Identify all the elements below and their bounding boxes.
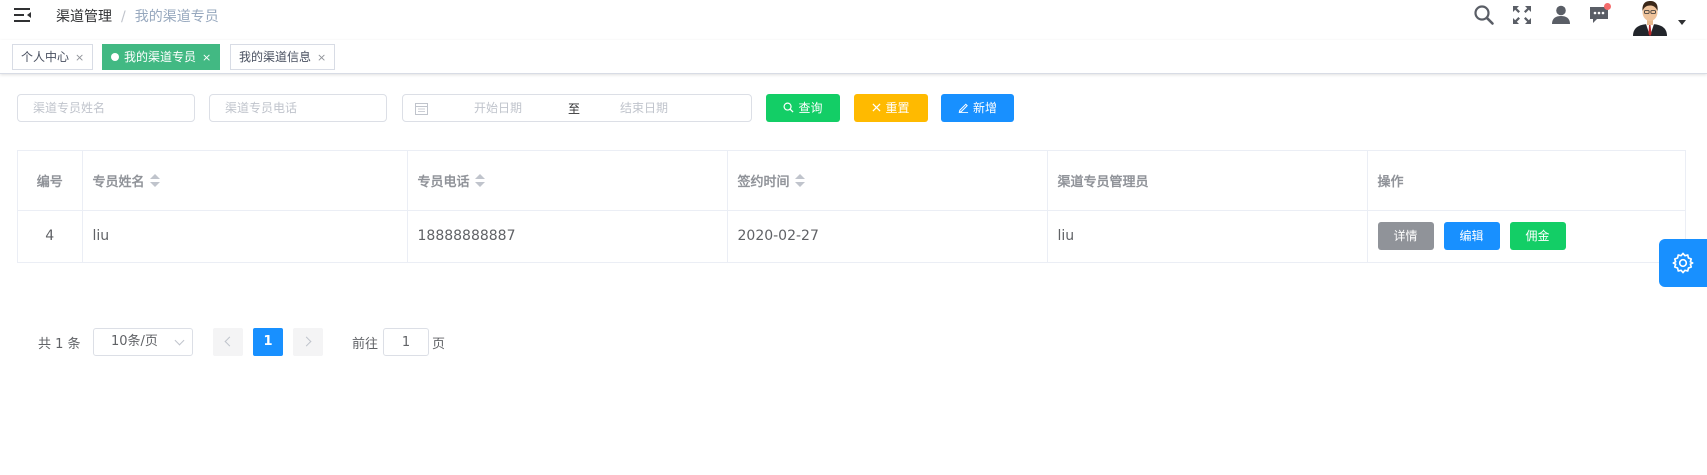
tag-label: 我的渠道信息 [239, 50, 312, 64]
navbar: 渠道管理 / 我的渠道专员 [0, 0, 1707, 40]
cell-sign-date: 2020-02-27 [727, 210, 1048, 262]
cell-actions: 详情 编辑 佣金 [1367, 210, 1685, 262]
edit-button[interactable]: 编辑 [1443, 222, 1500, 251]
tag-my-channel-staff[interactable]: 我的渠道专员 × [102, 44, 221, 70]
close-icon [872, 94, 882, 122]
sort-caret-icon[interactable] [794, 173, 805, 188]
breadcrumb: 渠道管理 / 我的渠道专员 [56, 6, 219, 26]
chevron-left-icon [224, 336, 235, 347]
table-row: 4 liu 18888888887 2020-02-27 liu 详情 编辑 佣金 [18, 210, 1685, 262]
sort-caret-icon[interactable] [149, 173, 160, 188]
avatar[interactable] [1630, 0, 1670, 36]
chevron-down-icon [174, 335, 185, 346]
column-header-sign-date[interactable]: 签约时间 [727, 151, 1048, 211]
hamburger-icon[interactable] [14, 7, 32, 23]
goto-label: 前往 [352, 337, 379, 352]
edit-pen-icon [958, 94, 969, 122]
cell-manager: liu [1047, 210, 1368, 262]
column-header-phone[interactable]: 专员电话 [407, 151, 728, 211]
date-range-separator: 至 [568, 102, 581, 116]
settings-button[interactable] [1659, 239, 1707, 287]
cell-phone: 18888888887 [407, 210, 728, 262]
tag-close-icon[interactable]: × [75, 51, 84, 64]
goto-page-input[interactable] [383, 328, 429, 356]
page-size-value: 10条/页 [111, 334, 158, 349]
avatar-dropdown-caret-icon[interactable] [1678, 20, 1686, 25]
column-header-actions: 操作 [1367, 151, 1685, 211]
fullscreen-icon[interactable] [1511, 4, 1533, 26]
reset-button-label: 重置 [885, 101, 910, 115]
detail-button[interactable]: 详情 [1377, 222, 1434, 251]
tags-view: 个人中心 × 我的渠道专员 × 我的渠道信息 × [0, 40, 1707, 74]
breadcrumb-separator: / [121, 9, 126, 25]
next-page-button[interactable] [293, 328, 323, 356]
cell-name: liu [82, 210, 408, 262]
table-header-row: 编号 专员姓名 专员电话 签约时间 渠道专员管理员 操作 [18, 151, 1685, 211]
search-icon[interactable] [1473, 4, 1495, 26]
prev-page-button[interactable] [213, 328, 243, 356]
column-header-name[interactable]: 专员姓名 [82, 151, 408, 211]
page-size-select[interactable]: 10条/页 [93, 328, 193, 356]
breadcrumb-item-current: 我的渠道专员 [134, 9, 219, 25]
staff-name-input[interactable] [17, 94, 195, 122]
message-icon[interactable] [1588, 3, 1611, 26]
page-number-current[interactable]: 1 [253, 328, 283, 356]
tag-label: 我的渠道专员 [124, 50, 197, 64]
commission-button[interactable]: 佣金 [1509, 222, 1566, 251]
column-header-id: 编号 [18, 151, 83, 211]
tag-my-channel-info[interactable]: 我的渠道信息 × [230, 44, 336, 70]
chevron-right-icon [301, 336, 312, 347]
search-button-label: 查询 [798, 101, 823, 115]
settings-gear-icon [1672, 252, 1694, 274]
staff-phone-input[interactable] [209, 94, 387, 122]
end-date-input[interactable] [584, 95, 704, 121]
sort-caret-icon[interactable] [474, 173, 485, 188]
calendar-icon [415, 103, 428, 115]
tag-label: 个人中心 [21, 50, 70, 64]
add-button[interactable]: 新增 [941, 94, 1014, 122]
add-button-label: 新增 [972, 101, 997, 115]
notification-dot [1604, 3, 1611, 10]
goto-suffix-label: 页 [432, 337, 446, 352]
search-button[interactable]: 查询 [766, 94, 840, 122]
column-header-manager: 渠道专员管理员 [1047, 151, 1368, 211]
cell-id: 4 [18, 210, 83, 262]
reset-button[interactable]: 重置 [854, 94, 928, 122]
tag-active-dot-icon [111, 53, 119, 61]
pagination: 共 1 条 10条/页 1 前往 页 [0, 328, 1707, 356]
date-range-picker[interactable]: 至 [402, 94, 752, 122]
start-date-input[interactable] [438, 95, 558, 121]
breadcrumb-item-channel-management[interactable]: 渠道管理 [56, 9, 112, 25]
staff-table: 编号 专员姓名 专员电话 签约时间 渠道专员管理员 操作 4 liu 18888… [17, 150, 1686, 263]
user-icon[interactable] [1550, 4, 1572, 26]
tag-close-icon[interactable]: × [317, 51, 326, 64]
tag-personal-center[interactable]: 个人中心 × [12, 44, 94, 70]
search-icon [783, 94, 795, 122]
tag-close-icon[interactable]: × [202, 51, 211, 64]
pagination-total: 共 1 条 [38, 337, 81, 352]
